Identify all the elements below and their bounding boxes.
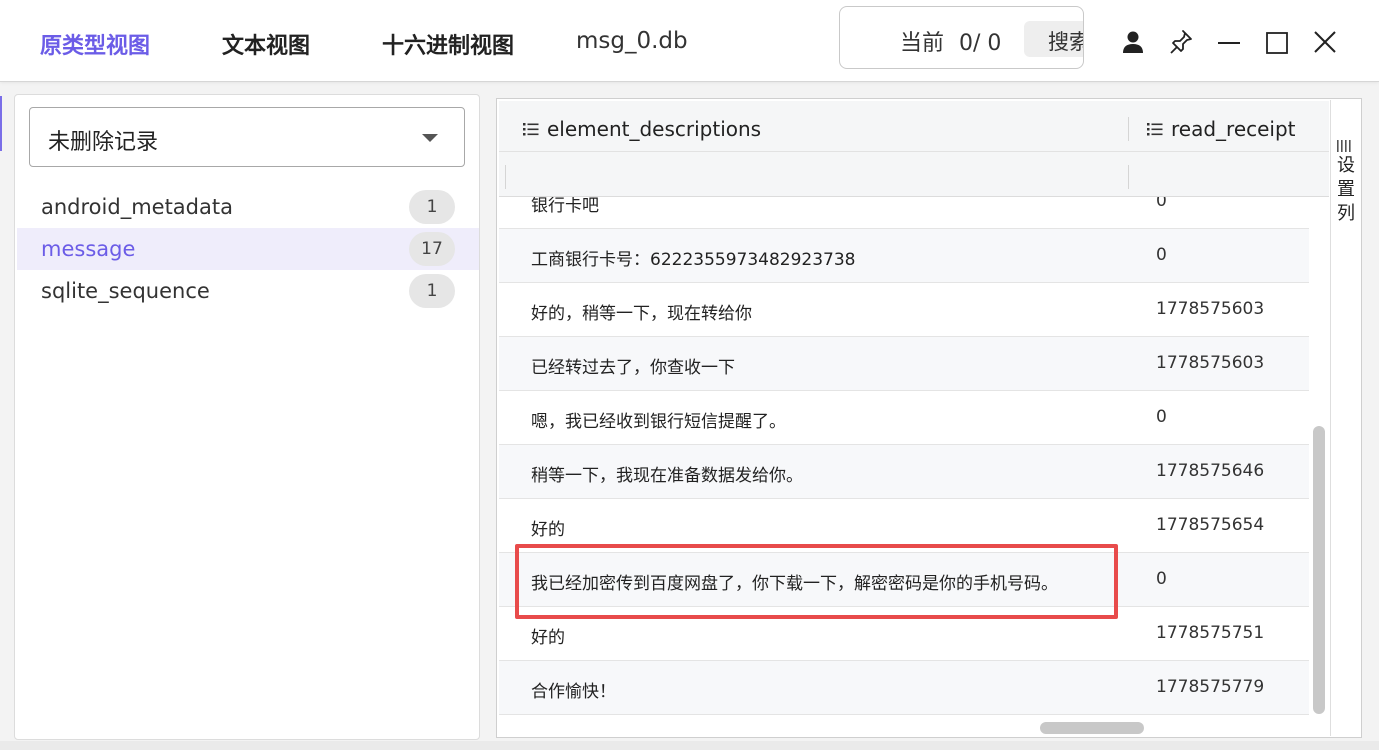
cell-read-receipt: 0 <box>1156 407 1167 427</box>
cell-read-receipt: 1778575751 <box>1156 623 1265 643</box>
column-divider[interactable] <box>1128 117 1129 141</box>
search-box: 当前 0/ 0 搜索 <box>839 6 1084 69</box>
cell-read-receipt: 1778575646 <box>1156 461 1265 481</box>
cell-element-description: 工商银行卡号：6222355973482923738 <box>531 250 856 270</box>
list-icon <box>1147 123 1163 136</box>
table-sidebar: 未删除记录 android_metadata 1 message 17 sqli… <box>14 94 480 740</box>
filter-row <box>499 151 1329 152</box>
search-position: 当前 0/ 0 <box>900 25 1001 57</box>
column-settings-label: 设置列 <box>1337 155 1355 224</box>
record-filter-select[interactable]: 未删除记录 <box>29 107 465 167</box>
table-row[interactable]: 合作愉快！ 1778575779 <box>499 661 1309 715</box>
pin-icon[interactable] <box>1168 28 1194 56</box>
cell-read-receipt: 1778575779 <box>1156 677 1265 697</box>
cell-read-receipt: 1778575603 <box>1156 353 1265 373</box>
table-name: android_metadata <box>41 195 233 219</box>
sidebar-item-message[interactable]: message 17 <box>17 228 479 270</box>
sidebar-item-sqlite-sequence[interactable]: sqlite_sequence 1 <box>17 270 479 312</box>
record-filter-value: 未删除记录 <box>48 130 159 155</box>
sidebar-item-android-metadata[interactable]: android_metadata 1 <box>17 186 479 228</box>
table-row[interactable]: 工商银行卡号：6222355973482923738 0 <box>499 229 1309 283</box>
bottom-strip <box>0 741 1379 750</box>
minimize-icon[interactable] <box>1216 28 1242 56</box>
columns-icon <box>1337 140 1351 152</box>
column-header-element-descriptions[interactable]: element_descriptions <box>523 115 761 143</box>
horizontal-scrollbar[interactable] <box>1040 722 1144 734</box>
close-icon[interactable] <box>1312 28 1338 56</box>
cell-element-description: 好的 <box>531 628 565 648</box>
column-header-label: element_descriptions <box>547 117 762 141</box>
grid-header: element_descriptions read_receipt <box>499 101 1329 197</box>
cell-read-receipt: 0 <box>1156 245 1167 265</box>
database-name: msg_0.db <box>576 28 688 54</box>
column-header-label: read_receipt <box>1171 117 1296 141</box>
table-row[interactable]: 好的，稍等一下，现在转给你 1778575603 <box>499 283 1309 337</box>
table-row[interactable]: 银行卡吧 0 <box>499 197 1309 229</box>
row-count-badge: 1 <box>409 190 455 224</box>
list-icon <box>523 123 539 136</box>
cell-element-description: 好的 <box>531 520 565 540</box>
user-icon[interactable] <box>1120 28 1146 56</box>
cell-element-description: 嗯，我已经收到银行短信提醒了。 <box>531 412 786 432</box>
row-count-badge: 1 <box>409 274 455 308</box>
chevron-down-icon <box>422 134 438 142</box>
table-row[interactable]: 好的 1778575654 <box>499 499 1309 553</box>
grid-rows: 银行卡吧 0 工商银行卡号：6222355973482923738 0 好的，稍… <box>499 197 1309 717</box>
tab-original-type-view[interactable]: 原类型视图 <box>40 28 150 60</box>
tab-hex-view[interactable]: 十六进制视图 <box>382 28 514 60</box>
cell-element-description: 稍等一下，我现在准备数据发给你。 <box>531 466 803 486</box>
vertical-scrollbar[interactable] <box>1313 426 1325 714</box>
cell-read-receipt: 0 <box>1156 197 1167 211</box>
search-button[interactable]: 搜索 <box>1024 21 1083 57</box>
cell-element-description: 我已经加密传到百度网盘了，你下载一下，解密密码是你的手机号码。 <box>531 574 1058 594</box>
search-current-value: 0/ 0 <box>959 31 1002 56</box>
cell-read-receipt: 1778575603 <box>1156 299 1265 319</box>
tab-text-view[interactable]: 文本视图 <box>222 28 310 60</box>
column-header-read-receipt[interactable]: read_receipt <box>1147 115 1296 143</box>
search-current-label: 当前 <box>900 31 945 56</box>
table-name: sqlite_sequence <box>41 279 210 303</box>
cell-read-receipt: 1778575654 <box>1156 515 1265 535</box>
column-settings-button[interactable]: 设置列 <box>1330 100 1360 736</box>
table-row[interactable]: 稍等一下，我现在准备数据发给你。 1778575646 <box>499 445 1309 499</box>
table-row[interactable]: 我已经加密传到百度网盘了，你下载一下，解密密码是你的手机号码。 0 <box>499 553 1309 607</box>
row-count-badge: 17 <box>409 232 455 266</box>
cell-read-receipt: 0 <box>1156 569 1167 589</box>
cell-element-description: 合作愉快！ <box>531 682 616 702</box>
table-name: message <box>41 237 136 261</box>
filter-divider <box>505 165 506 189</box>
cell-element-description: 好的，稍等一下，现在转给你 <box>531 304 752 324</box>
top-bar: 原类型视图 文本视图 十六进制视图 msg_0.db 当前 0/ 0 搜索 <box>0 0 1379 82</box>
cell-element-description: 银行卡吧 <box>531 197 599 216</box>
table-row[interactable]: 已经转过去了，你查收一下 1778575603 <box>499 337 1309 391</box>
left-edge-accent <box>0 96 2 151</box>
data-grid: element_descriptions read_receipt 银行卡吧 0… <box>496 98 1362 738</box>
maximize-icon[interactable] <box>1264 28 1290 56</box>
table-row[interactable]: 好的 1778575751 <box>499 607 1309 661</box>
filter-divider <box>1128 165 1129 189</box>
table-row[interactable]: 嗯，我已经收到银行短信提醒了。 0 <box>499 391 1309 445</box>
cell-element-description: 已经转过去了，你查收一下 <box>531 358 735 378</box>
